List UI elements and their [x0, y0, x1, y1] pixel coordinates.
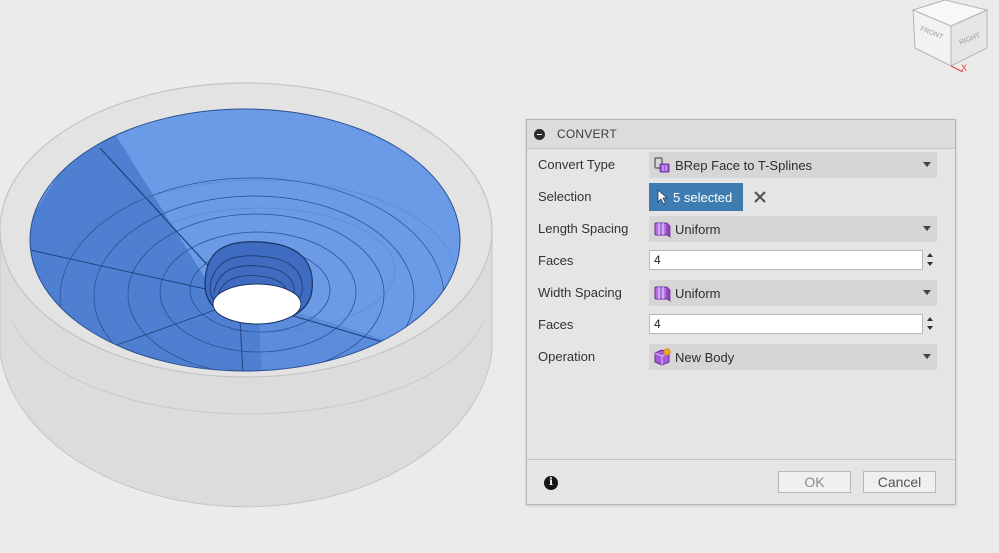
dialog-header: CONVERT: [527, 120, 955, 149]
uniform-spacing-icon: [654, 286, 671, 302]
stepper-down-icon[interactable]: [927, 262, 933, 266]
collapse-icon[interactable]: [534, 128, 545, 140]
cursor-icon: [657, 189, 669, 205]
viewcube-x-axis-label: X: [961, 63, 967, 73]
chevron-down-icon: [923, 226, 931, 231]
uniform-spacing-icon: [654, 222, 671, 238]
operation-dropdown[interactable]: New Body: [649, 344, 937, 370]
faces-length-input[interactable]: [649, 250, 923, 270]
width-spacing-label: Width Spacing: [538, 285, 622, 300]
stepper-down-icon[interactable]: [927, 326, 933, 330]
stepper-up-icon[interactable]: [927, 253, 933, 257]
selection-button[interactable]: 5 selected: [649, 183, 743, 211]
selection-label: Selection: [538, 189, 592, 204]
convert-type-label: Convert Type: [538, 157, 616, 172]
selection-count: 5 selected: [673, 189, 733, 205]
clear-selection-icon[interactable]: [753, 190, 767, 204]
width-spacing-row: Width Spacing Uniform: [527, 278, 955, 308]
convert-type-value: BRep Face to T-Splines: [675, 157, 813, 173]
faces-length-stepper[interactable]: [925, 250, 937, 270]
faces-width-row: Faces: [527, 310, 955, 340]
stepper-up-icon[interactable]: [927, 317, 933, 321]
view-cube[interactable]: FRONT RIGHT X: [905, 0, 999, 80]
brep-tspline-icon: [654, 157, 670, 173]
selection-row: Selection 5 selected: [527, 182, 955, 212]
faces-length-row: Faces: [527, 246, 955, 276]
faces-width-stepper[interactable]: [925, 314, 937, 334]
info-icon[interactable]: i: [544, 476, 558, 490]
length-spacing-row: Length Spacing Uniform: [527, 214, 955, 244]
faces-width-label: Faces: [538, 317, 574, 332]
operation-value: New Body: [675, 349, 735, 365]
new-body-icon: [654, 348, 671, 366]
dialog-title: CONVERT: [557, 127, 617, 141]
width-spacing-dropdown[interactable]: Uniform: [649, 280, 937, 306]
convert-type-row: Convert Type BRep Face to T-Splines: [527, 150, 955, 180]
ok-button[interactable]: OK: [778, 471, 851, 493]
cancel-button[interactable]: Cancel: [863, 471, 936, 493]
length-spacing-label: Length Spacing: [538, 221, 629, 236]
faces-width-input[interactable]: [649, 314, 923, 334]
convert-dialog: CONVERT Convert Type BRep Face to T-Spli…: [526, 119, 956, 505]
chevron-down-icon: [923, 290, 931, 295]
chevron-down-icon: [923, 354, 931, 359]
faces-length-label: Faces: [538, 253, 574, 268]
length-spacing-value: Uniform: [675, 221, 721, 237]
length-spacing-dropdown[interactable]: Uniform: [649, 216, 937, 242]
width-spacing-value: Uniform: [675, 285, 721, 301]
chevron-down-icon: [923, 162, 931, 167]
convert-type-dropdown[interactable]: BRep Face to T-Splines: [649, 152, 937, 178]
operation-label: Operation: [538, 349, 596, 364]
operation-row: Operation New Body: [527, 342, 955, 372]
dialog-footer: i OK Cancel: [527, 459, 955, 504]
